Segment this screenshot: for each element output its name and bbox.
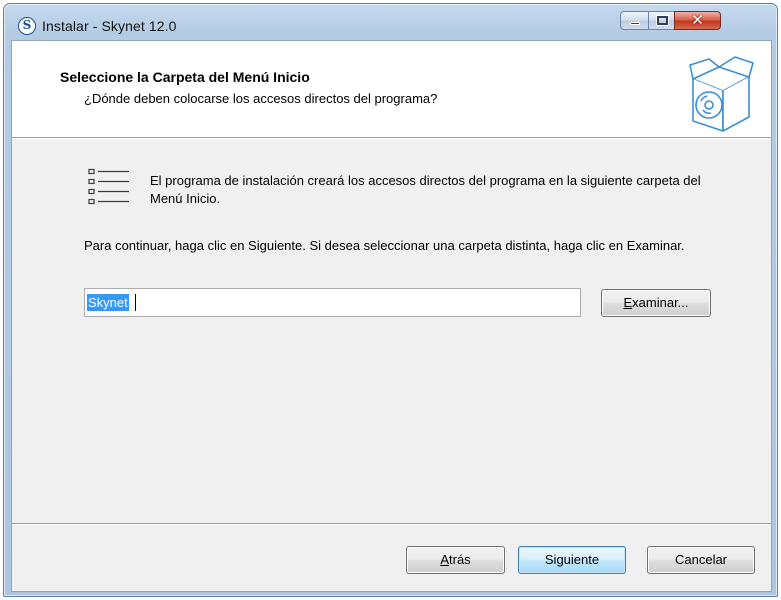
selected-folder-text: Skynet <box>87 294 129 311</box>
text-caret <box>135 294 136 311</box>
minimize-icon <box>630 22 640 25</box>
browse-button[interactable]: Examinar... <box>601 289 711 317</box>
wizard-client-area: Seleccione la Carpeta del Menú Inicio ¿D… <box>11 40 772 592</box>
back-accelerator: A <box>440 552 449 567</box>
installer-window: S Instalar - Skynet 12.0 ✕ Seleccione la… <box>3 3 778 597</box>
browse-accelerator: E <box>623 295 633 310</box>
wizard-header: Seleccione la Carpeta del Menú Inicio ¿D… <box>12 41 771 138</box>
header-separator <box>12 138 771 139</box>
instruction-text: Para continuar, haga clic en Siguiente. … <box>84 238 685 253</box>
back-button-label: trás <box>449 552 471 567</box>
shortcut-info-text: El programa de instalación creará los ac… <box>150 173 701 206</box>
close-icon: ✕ <box>691 12 704 29</box>
maximize-button[interactable] <box>648 11 675 30</box>
title-bar[interactable]: S Instalar - Skynet 12.0 ✕ <box>4 4 777 40</box>
footer-separator-highlight <box>12 524 771 525</box>
maximize-icon <box>657 16 668 25</box>
cancel-button[interactable]: Cancelar <box>647 546 755 574</box>
skynet-logo-icon[interactable]: S <box>18 17 36 35</box>
close-button[interactable]: ✕ <box>674 11 721 30</box>
back-button[interactable]: Atrás <box>406 546 505 574</box>
page-title: Seleccione la Carpeta del Menú Inicio <box>60 69 310 85</box>
browse-button-label: xaminar... <box>632 295 689 310</box>
software-box-cd-icon <box>689 56 754 132</box>
start-menu-folder-input[interactable]: Skynet <box>84 288 581 317</box>
window-title: Instalar - Skynet 12.0 <box>42 18 177 34</box>
start-menu-list-icon <box>88 168 129 205</box>
page-subtitle: ¿Dónde deben colocarse los accesos direc… <box>84 91 438 106</box>
minimize-button[interactable] <box>620 11 649 30</box>
next-button[interactable]: Siguiente <box>518 546 626 574</box>
